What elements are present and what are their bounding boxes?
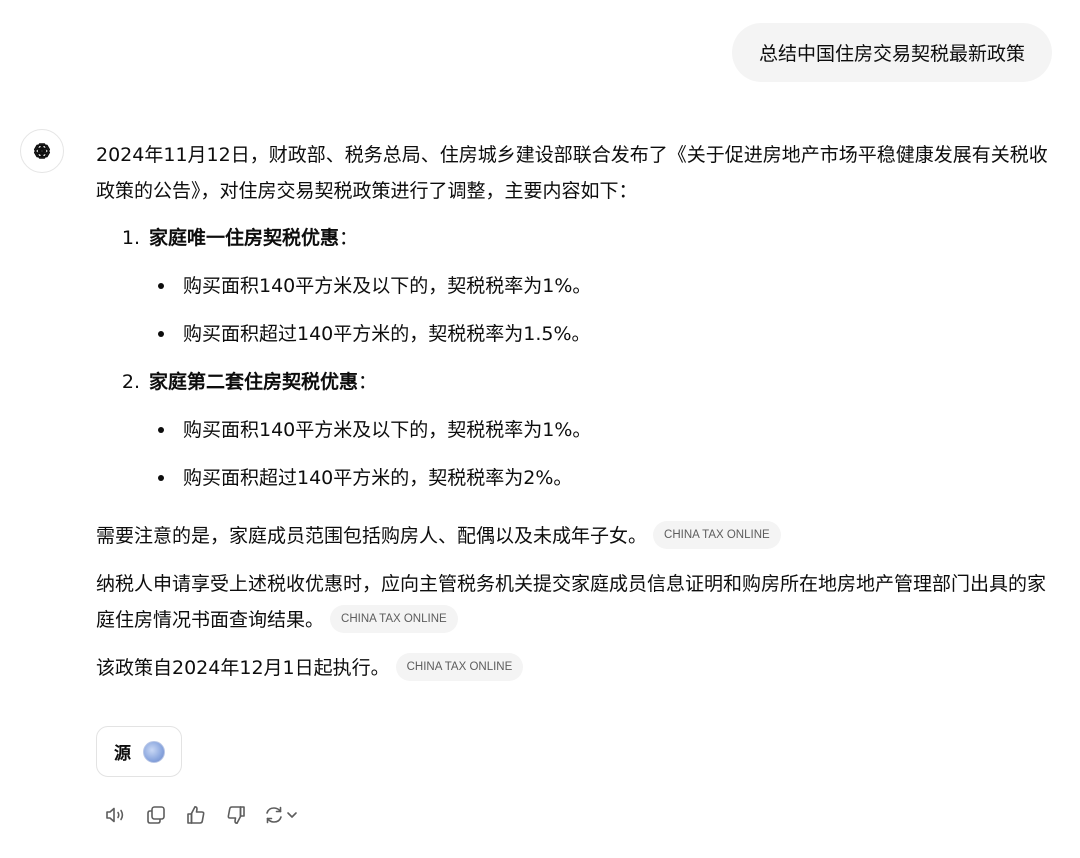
note-text: 该政策自2024年12月1日起执行。 xyxy=(96,657,390,679)
assistant-message: 2024年11月12日，财政部、税务总局、住房城乡建设部联合发布了《关于促进房地… xyxy=(96,137,1056,698)
bullet-item: 购买面积超过140平方米的，契税税率为2%。 xyxy=(96,460,1056,496)
note-paragraph: 纳税人申请享受上述税收优惠时，应向主管税务机关提交家庭成员信息证明和购房所在地房… xyxy=(96,566,1056,638)
bullet-item: 购买面积140平方米及以下的，契税税率为1%。 xyxy=(96,412,1056,448)
regenerate-icon xyxy=(266,806,282,824)
section-title: 家庭唯一住房契税优惠 xyxy=(149,227,340,249)
bullet-dot xyxy=(158,283,164,289)
note-text: 需要注意的是，家庭成员范围包括购房人、配偶以及未成年子女。 xyxy=(96,525,648,547)
sources-label: 源 xyxy=(114,744,131,764)
copy-button[interactable] xyxy=(136,800,176,830)
thumbs-down-icon xyxy=(227,806,245,824)
assistant-avatar xyxy=(20,129,64,173)
copy-icon xyxy=(147,806,165,824)
section-title: 家庭第二套住房契税优惠 xyxy=(149,371,359,393)
citation-chip[interactable]: CHINA TAX ONLINE xyxy=(653,520,781,549)
thumbs-up-icon xyxy=(187,806,205,824)
speaker-icon xyxy=(106,807,124,823)
sources-button[interactable]: 源 xyxy=(96,726,182,777)
citation-chip[interactable]: CHINA TAX ONLINE xyxy=(330,604,458,633)
list-number: 2. xyxy=(121,371,140,393)
openai-logo-icon xyxy=(33,143,51,159)
bullet-text: 购买面积140平方米及以下的，契税税率为1%。 xyxy=(183,275,592,297)
bullet-text: 购买面积超过140平方米的，契税税率为1.5%。 xyxy=(183,323,591,345)
user-message-text: 总结中国住房交易契税最新政策 xyxy=(758,43,1025,65)
message-actions xyxy=(96,800,306,830)
chevron-down-icon xyxy=(287,812,297,818)
user-message-bubble: 总结中国住房交易契税最新政策 xyxy=(731,23,1052,82)
bullet-item: 购买面积140平方米及以下的，契税税率为1%。 xyxy=(96,268,1056,304)
bullet-text: 购买面积超过140平方米的，契税税率为2%。 xyxy=(183,467,573,489)
bullet-dot xyxy=(158,427,164,433)
note-text: 纳税人申请享受上述税收优惠时，应向主管税务机关提交家庭成员信息证明和购房所在地房… xyxy=(96,573,1047,631)
bullet-dot xyxy=(158,331,164,337)
bullet-text: 购买面积140平方米及以下的，契税税率为1%。 xyxy=(183,419,592,441)
like-button[interactable] xyxy=(176,800,216,830)
note-paragraph: 该政策自2024年12月1日起执行。 CHINA TAX ONLINE xyxy=(96,650,1056,686)
list-number: 1. xyxy=(121,227,140,249)
dislike-button[interactable] xyxy=(216,800,256,830)
section-colon: ： xyxy=(358,371,378,393)
globe-icon xyxy=(143,740,165,763)
note-paragraph: 需要注意的是，家庭成员范围包括购房人、配偶以及未成年子女。 CHINA TAX O… xyxy=(96,518,1056,554)
list-item-1: 1. 家庭唯一住房契税优惠： xyxy=(96,220,1056,256)
citation-chip[interactable]: CHINA TAX ONLINE xyxy=(395,652,524,681)
read-aloud-button[interactable] xyxy=(96,800,136,830)
answer-intro: 2024年11月12日，财政部、税务总局、住房城乡建设部联合发布了《关于促进房地… xyxy=(96,144,1048,202)
regenerate-button[interactable] xyxy=(256,800,306,830)
list-item-2: 2. 家庭第二套住房契税优惠： xyxy=(96,364,1056,400)
section-colon: ： xyxy=(339,227,359,249)
bullet-dot xyxy=(158,475,164,481)
bullet-item: 购买面积超过140平方米的，契税税率为1.5%。 xyxy=(96,316,1056,352)
